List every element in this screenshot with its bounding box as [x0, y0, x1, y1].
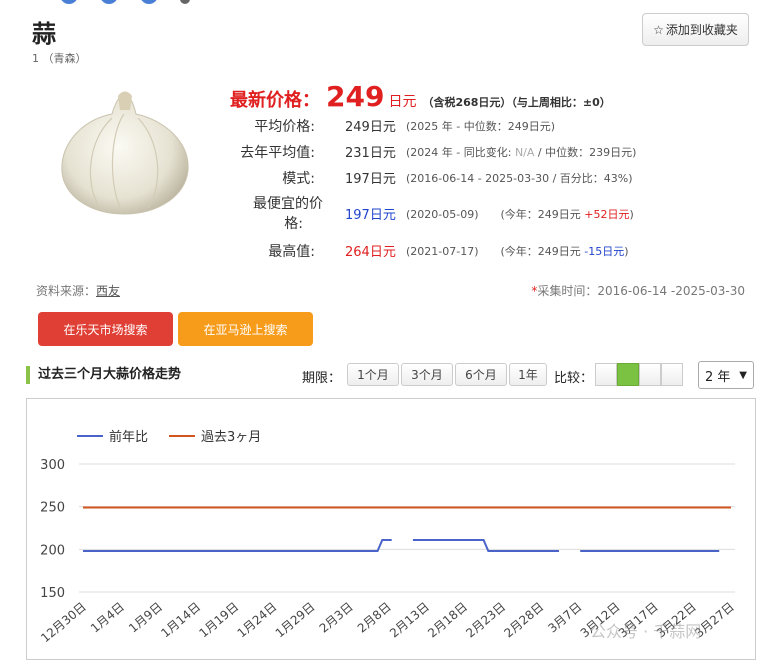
period-6m-button[interactable]: 6个月 [455, 363, 507, 386]
collect-time: *采集时间：2016-06-14 -2025-03-30 [531, 284, 745, 298]
compare-option-2[interactable] [617, 363, 639, 386]
x-tick-label: 1月14日 [158, 600, 203, 641]
stat-value: 264日元 [345, 245, 396, 260]
stat-value: 197日元 [345, 172, 396, 187]
data-source: 资料来源：西友 [36, 284, 121, 298]
chevron-down-icon: ▼ [739, 369, 747, 381]
x-tick-label: 1月29日 [273, 600, 318, 641]
stat-key: 去年平均值: [240, 145, 315, 161]
latest-price-label: 最新价格： [230, 90, 320, 111]
product-title: 蒜 [32, 20, 56, 48]
stat-key: 最便宜的价 格: [253, 196, 323, 232]
add-favorite-label: 添加到收藏夹 [665, 23, 738, 37]
y-tick-label: 300 [40, 458, 65, 473]
compare-option-4[interactable] [661, 363, 683, 386]
stat-note: (2021-07-17) (今年：249日元 -15日元) [406, 245, 629, 258]
stat-value: 197日元 [345, 208, 396, 223]
product-subtitle: 1 （青森） [32, 52, 87, 65]
x-tick-label: 12月30日 [38, 600, 89, 646]
x-tick-label: 1月4日 [88, 600, 127, 636]
latest-price-detail: （含税268日元）（与上周相比：±0） [422, 96, 611, 109]
x-tick-label: 2月23日 [463, 600, 508, 641]
compare-buttons [595, 363, 683, 386]
stat-note: (2025 年 - 中位数：249日元) [406, 120, 556, 133]
amazon-search-button[interactable]: 在亚马逊上搜索 [178, 312, 313, 346]
period-buttons: 1个月 3个月 6个月 1年 [347, 363, 547, 386]
latest-price-value: 249 [326, 80, 385, 113]
stat-note: (2024 年 - 同比变化: N/A / 中位数：239日元) [406, 146, 637, 159]
star-icon: ☆ [653, 22, 664, 37]
latest-price-unit: 日元 [388, 94, 417, 110]
stat-key: 最高值: [268, 244, 315, 260]
period-1m-button[interactable]: 1个月 [347, 363, 399, 386]
stat-note: (2016-06-14 - 2025-03-30 / 百分比：43%) [406, 172, 633, 185]
compare-option-3[interactable] [639, 363, 661, 386]
period-label: 期限： [302, 371, 342, 386]
stat-key: 模式: [282, 171, 315, 187]
watermark: 公众号 · 千蒜网 [590, 622, 702, 641]
stat-value: 249日元 [345, 120, 396, 135]
stat-note: (2020-05-09) (今年：249日元 +52日元) [406, 208, 634, 221]
y-tick-label: 250 [40, 501, 65, 516]
legend-label: 前年比 [109, 429, 148, 445]
rakuten-search-button[interactable]: 在乐天市场搜索 [38, 312, 173, 346]
x-tick-label: 2月28日 [501, 600, 546, 641]
y-tick-label: 150 [40, 586, 65, 601]
x-tick-label: 2月13日 [387, 600, 432, 641]
latest-price-block: 最新价格： 249 日元 （含税268日元）（与上周相比：±0） [230, 80, 611, 113]
legend-label: 過去3ヶ月 [201, 430, 261, 445]
period-3m-button[interactable]: 3个月 [401, 363, 453, 386]
top-decor [60, 0, 190, 4]
source-link[interactable]: 西友 [96, 284, 120, 298]
x-tick-label: 2月18日 [425, 600, 470, 641]
y-tick-label: 200 [40, 543, 65, 558]
year-select[interactable]: 2 年 ▼ [698, 361, 754, 389]
stat-key: 平均价格: [254, 119, 315, 135]
stat-value: 231日元 [345, 146, 396, 161]
period-1y-button[interactable]: 1年 [509, 363, 547, 386]
x-tick-label: 2月3日 [317, 600, 356, 636]
compare-option-1[interactable] [595, 363, 617, 386]
add-favorite-button[interactable]: ☆ 添加到收藏夹 [642, 13, 749, 46]
compare-label: 比较： [554, 371, 594, 386]
x-tick-label: 1月19日 [196, 600, 241, 641]
garlic-image [61, 91, 189, 215]
x-tick-label: 1月24日 [235, 600, 280, 641]
section-title: 过去三个月大蒜价格走势 [26, 366, 181, 384]
